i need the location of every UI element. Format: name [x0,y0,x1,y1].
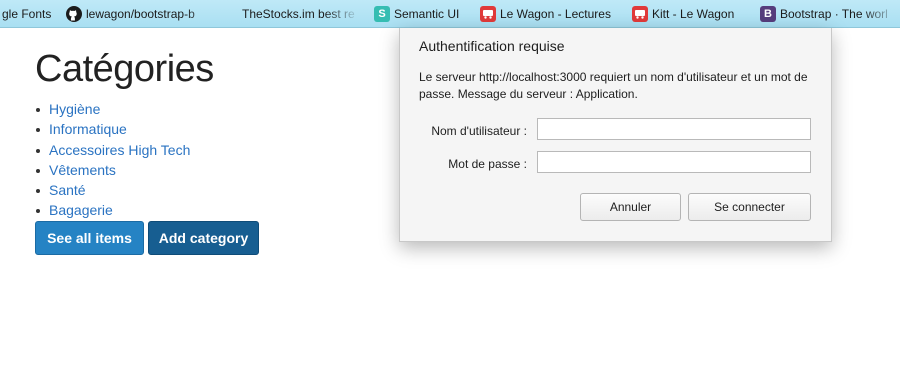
kitt-icon [632,6,648,22]
add-category-button[interactable]: Add category [148,221,259,255]
category-link-vetements[interactable]: Vêtements [49,162,116,178]
username-field[interactable] [537,118,811,140]
bookmark-lewagon-bootstrap[interactable]: lewagon/bootstrap-b [66,0,230,27]
semantic-ui-icon: S [374,6,390,22]
bookmark-kitt[interactable]: Kitt - Le Wagon [632,0,748,27]
bookmark-label: lewagon/bootstrap-b [86,7,195,21]
category-link-bagagerie[interactable]: Bagagerie [49,202,113,218]
password-label: Mot de passe : [448,157,527,171]
list-item: Santé [35,180,190,200]
bookmark-label: Kitt - Le Wagon [652,7,735,21]
bookmark-bootstrap[interactable]: B Bootstrap · The worl [760,0,900,27]
list-item: Hygiène [35,99,190,119]
dialog-message: Le serveur http://localhost:3000 requier… [419,70,808,101]
bookmark-semantic-ui[interactable]: S Semantic UI [374,0,470,27]
username-label: Nom d'utilisateur : [431,124,527,138]
category-link-sante[interactable]: Santé [49,182,86,198]
list-item: Bagagerie [35,200,190,220]
bootstrap-icon: B [760,6,776,22]
category-link-hygiene[interactable]: Hygiène [49,101,100,117]
category-list: Hygiène Informatique Accessoires High Te… [35,99,190,221]
bookmark-label: Semantic UI [394,7,460,21]
bookmark-thestocks[interactable]: TheStocks.im best re [242,0,360,27]
category-link-accessoires[interactable]: Accessoires High Tech [49,142,190,158]
list-item: Accessoires High Tech [35,140,190,160]
bookmarks-bar: gle Fonts lewagon/bootstrap-b TheStocks.… [0,0,900,28]
category-link-informatique[interactable]: Informatique [49,121,127,137]
connect-button[interactable]: Se connecter [688,193,811,221]
auth-dialog: Authentification requise Le serveur http… [399,28,832,242]
bookmark-le-wagon-lectures[interactable]: Le Wagon - Lectures [480,0,620,27]
page-title: Catégories [35,48,214,90]
see-all-items-button[interactable]: See all items [35,221,144,255]
password-field[interactable] [537,151,811,173]
dialog-title: Authentification requise [419,38,565,54]
list-item: Informatique [35,119,190,139]
le-wagon-icon [480,6,496,22]
cancel-button[interactable]: Annuler [580,193,681,221]
bookmark-label: Le Wagon - Lectures [500,7,611,21]
bookmark-label: gle Fonts [2,7,52,21]
github-icon [66,6,82,22]
bookmark-label: TheStocks.im best re [242,7,355,21]
bookmark-label: Bootstrap · The worl [780,7,888,21]
list-item: Vêtements [35,160,190,180]
bookmark-google-fonts[interactable]: gle Fonts [2,0,62,27]
